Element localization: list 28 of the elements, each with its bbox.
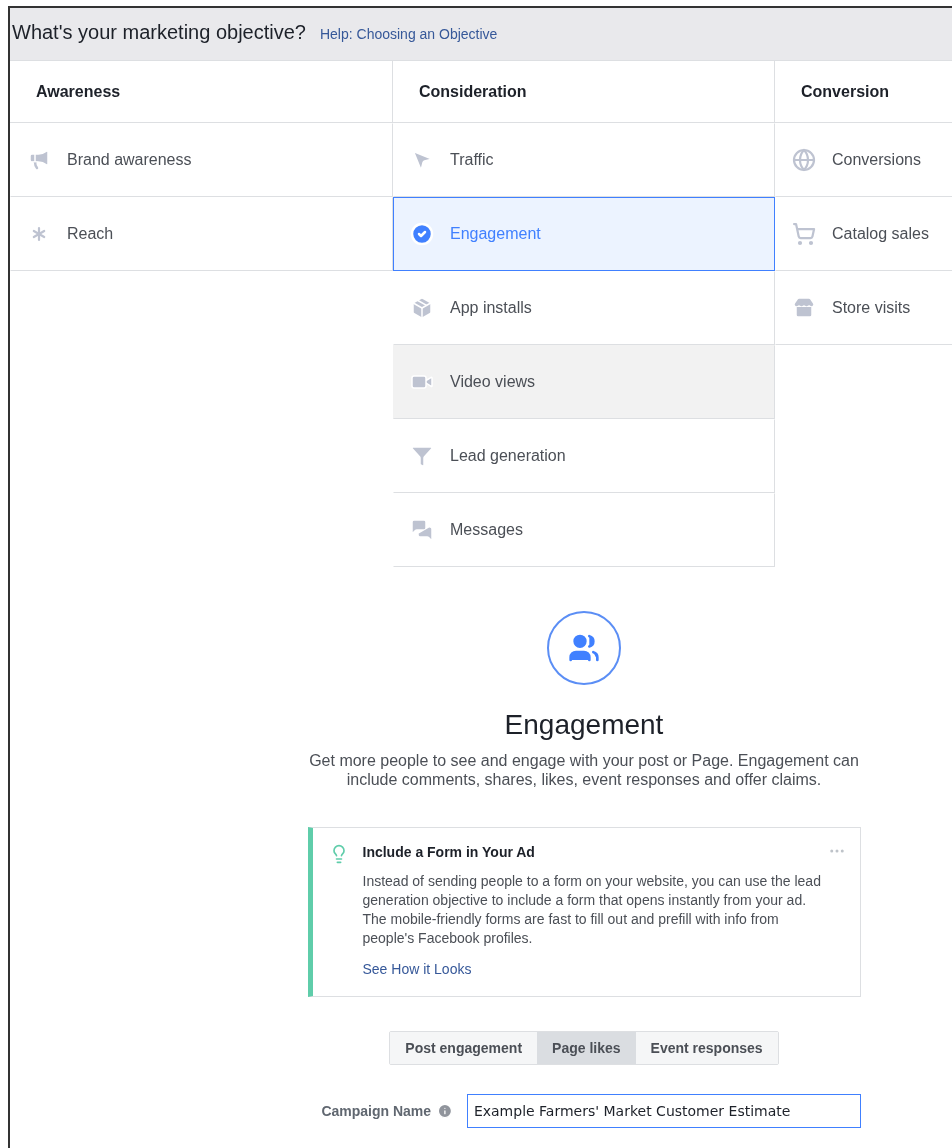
objective-item[interactable]: Brand awareness — [10, 123, 393, 197]
subtype-tab[interactable]: Post engagement — [390, 1032, 538, 1064]
people-icon — [568, 632, 600, 664]
objective-item[interactable]: Reach — [10, 197, 393, 271]
funnel-icon — [410, 444, 434, 468]
cube-icon — [410, 296, 434, 320]
subtype-tab[interactable]: Event responses — [635, 1032, 778, 1064]
campaign-name-label: Campaign Name — [320, 1103, 432, 1119]
objective-item[interactable]: Traffic — [393, 123, 775, 197]
page-title: What's your marketing objective? — [12, 20, 306, 44]
objective-item[interactable]: Messages — [393, 493, 775, 567]
objective-title: Engagement — [504, 709, 664, 741]
cart-icon — [792, 222, 816, 246]
objective-item[interactable]: App installs — [393, 271, 775, 345]
objective-item[interactable]: Lead generation — [393, 419, 775, 493]
chat-icon — [410, 518, 434, 542]
objective-description: Get more people to see and engage with your post or Page. Engagement can include comments, shares, likes, event responses and offer claims. — [308, 751, 860, 789]
info-icon[interactable] — [437, 1103, 453, 1119]
help-link[interactable]: Help: Choosing an Objective — [319, 26, 498, 42]
tip-title: Include a Form in Your Ad — [362, 844, 535, 860]
check-icon — [410, 222, 434, 246]
globe-icon — [792, 148, 816, 172]
subtype-tab[interactable]: Page likes — [537, 1032, 636, 1064]
tip-text: Instead of sending people to a form on your website, you can use the lead generation objective to include a form that opens instantly from your ad. The mobile-friendly forms are fast to fill out and prefill with info from people's Facebook profiles. — [362, 872, 822, 948]
campaign-name-field[interactable]: Example Farmers' Market Customer Estimate — [466, 1094, 861, 1128]
objective-item[interactable]: Video views — [393, 345, 775, 419]
store-icon — [792, 296, 816, 320]
tip-link[interactable]: See How it Looks — [362, 961, 472, 977]
